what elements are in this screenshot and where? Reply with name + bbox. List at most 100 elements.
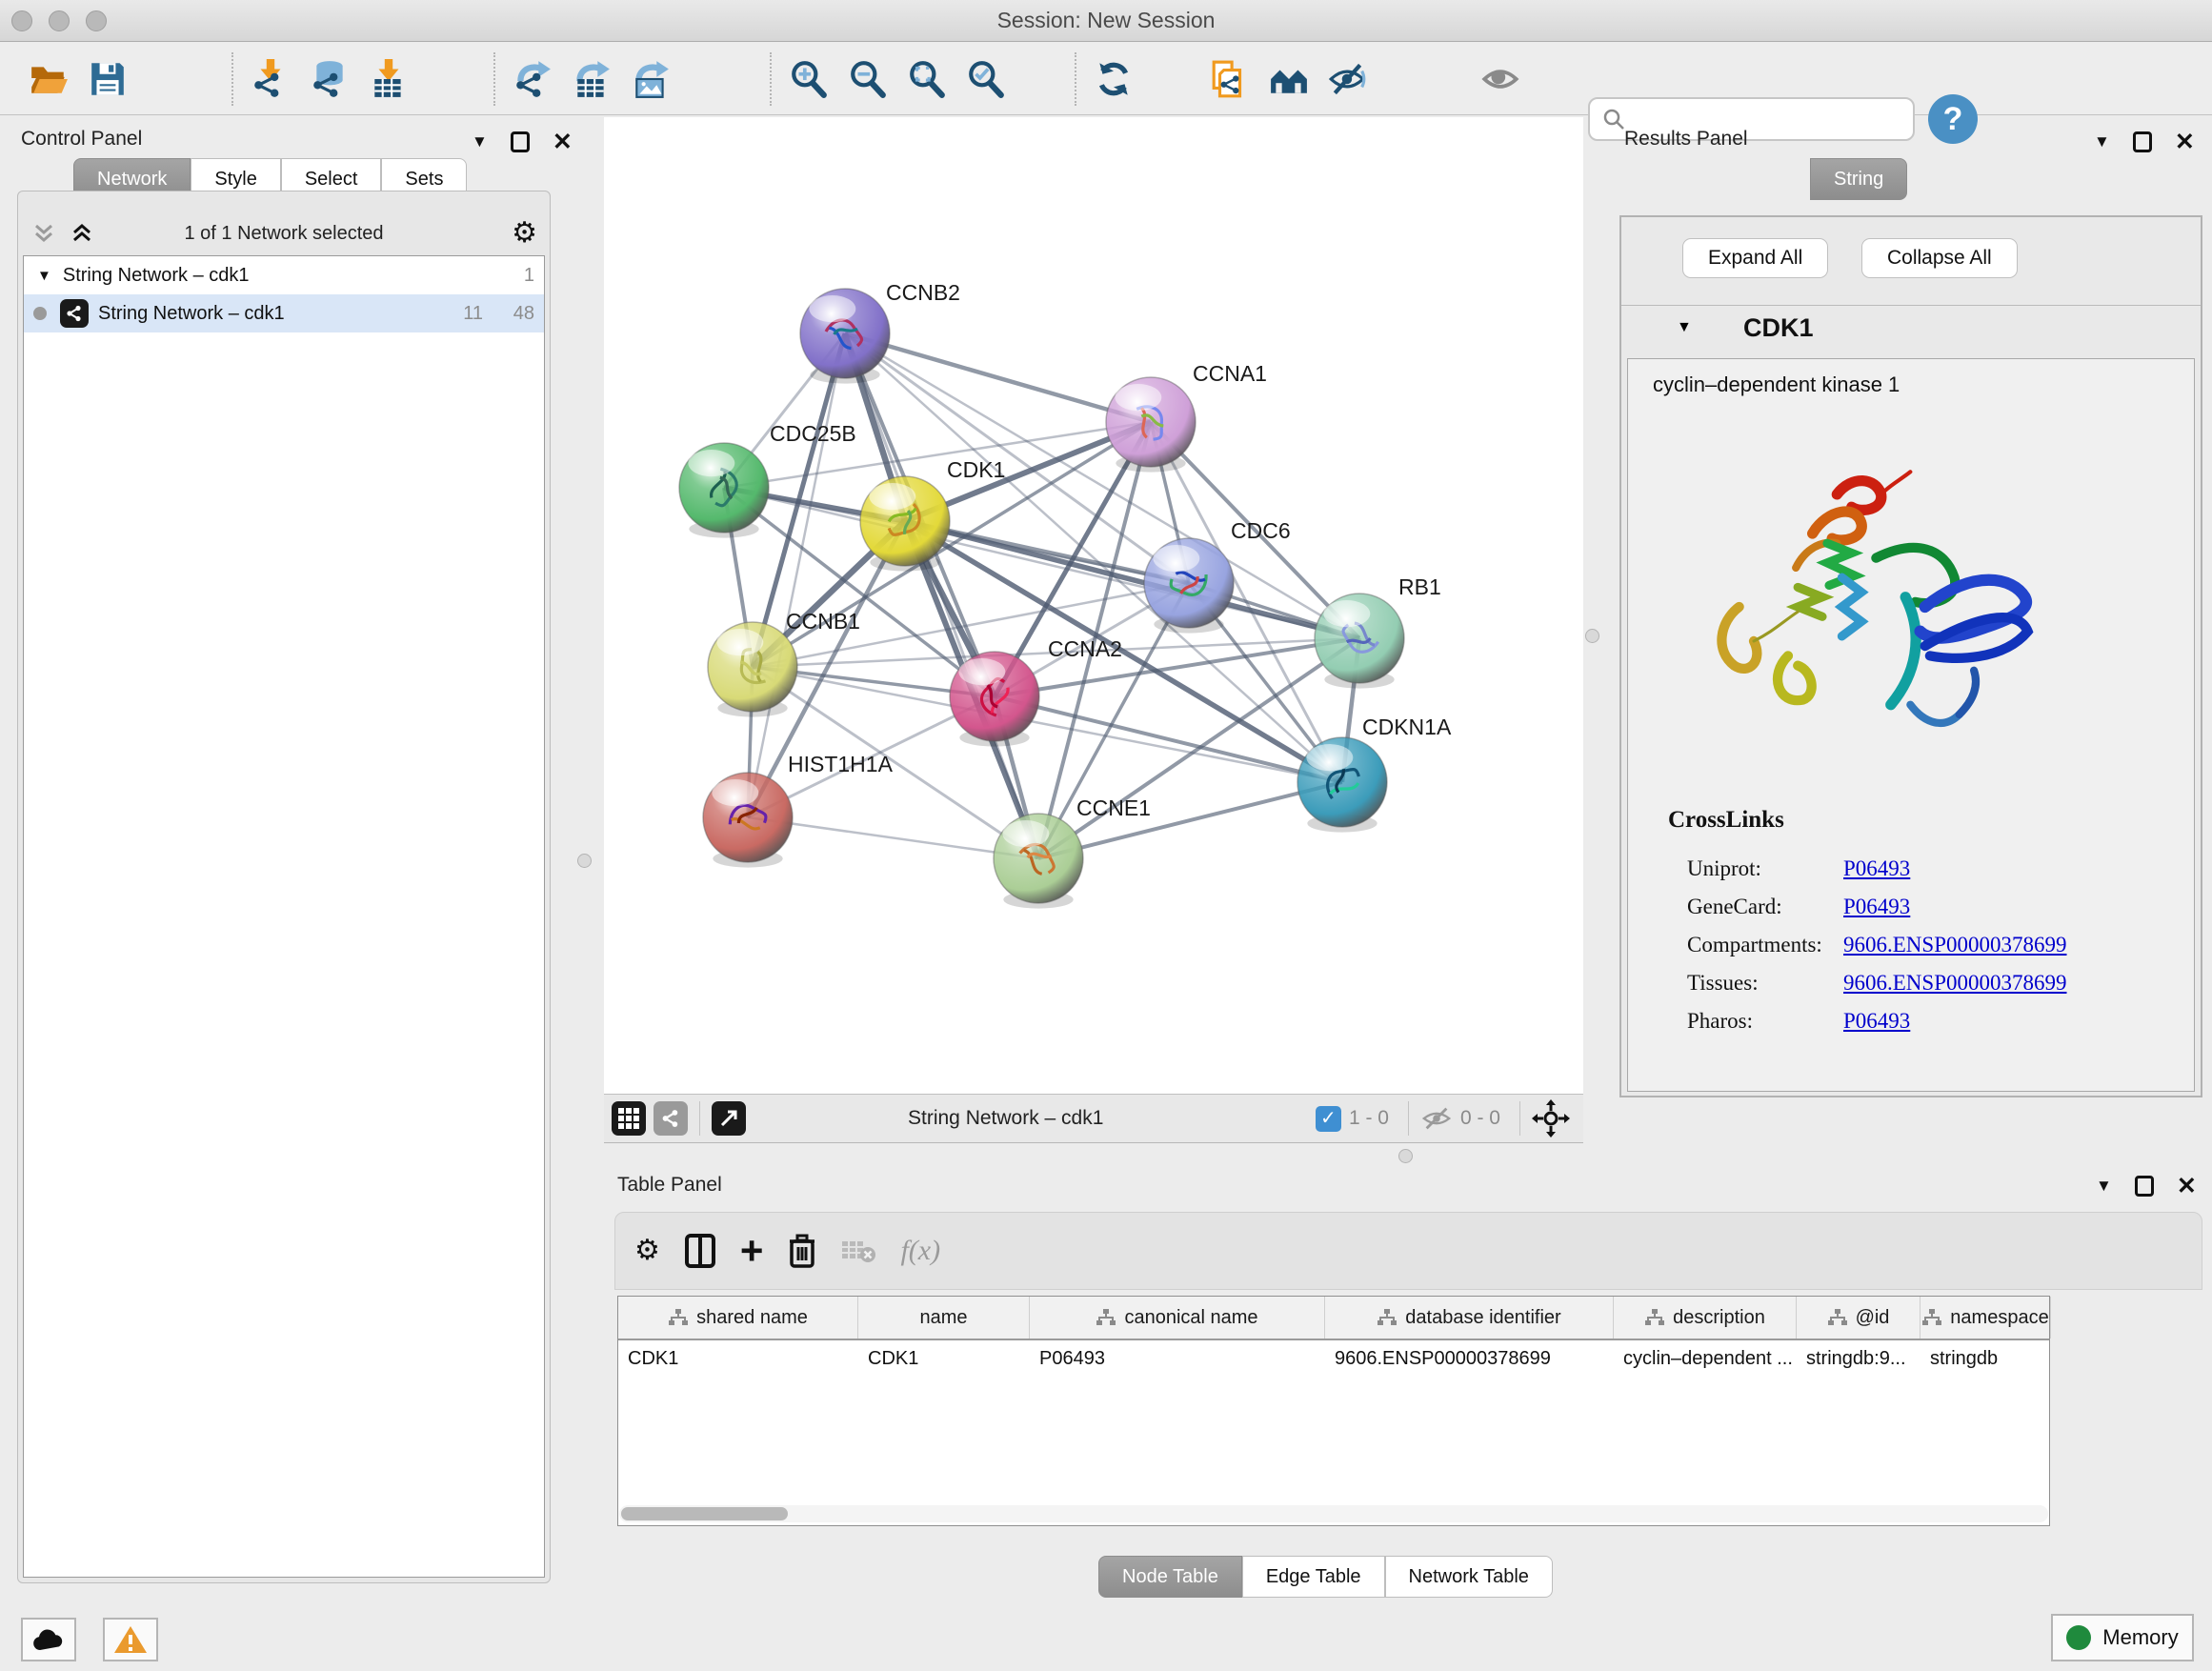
column-header-namespace[interactable]: namespace xyxy=(1920,1297,2051,1339)
table-cell[interactable]: cyclin–dependent ... xyxy=(1614,1340,1797,1380)
birdseye-crosshair-icon[interactable] xyxy=(1532,1099,1570,1137)
right-splitter-handle[interactable] xyxy=(1585,629,1599,643)
edge-CDKN1A-CCNE1[interactable] xyxy=(1038,782,1342,858)
close-panel-icon[interactable]: ✕ xyxy=(2177,1176,2197,1197)
help-button[interactable]: ? xyxy=(1928,94,1978,144)
close-panel-icon[interactable]: ✕ xyxy=(2175,131,2195,152)
node-CDC25B[interactable] xyxy=(679,443,769,538)
left-splitter-handle[interactable] xyxy=(577,854,592,868)
show-columns-icon[interactable] xyxy=(685,1234,715,1268)
table-cell[interactable]: CDK1 xyxy=(618,1340,858,1380)
network-options-gear-icon[interactable]: ⚙ xyxy=(512,219,537,248)
expand-all-button[interactable]: Expand All xyxy=(1682,238,1828,278)
table-cell[interactable]: 9606.ENSP00000378699 xyxy=(1325,1340,1614,1380)
edge-CCNB2-CCNA1[interactable] xyxy=(845,333,1151,422)
network-collection-row[interactable]: ▼ String Network – cdk1 1 xyxy=(24,256,544,294)
table-horizontal-scrollbar xyxy=(619,1505,2048,1522)
crosslink-link[interactable]: 9606.ENSP00000378699 xyxy=(1843,933,2067,957)
memory-button[interactable]: Memory xyxy=(2051,1614,2194,1661)
save-session-button[interactable] xyxy=(78,50,137,108)
column-header-id[interactable]: @id xyxy=(1797,1297,1920,1339)
crosslink-link[interactable]: P06493 xyxy=(1843,895,1910,919)
protein-group-header[interactable]: ▼ CDK1 xyxy=(1621,305,2201,352)
node-CCNB1[interactable] xyxy=(708,622,797,717)
float-panel-icon[interactable] xyxy=(511,131,530,152)
refresh-layout-button[interactable] xyxy=(1084,50,1143,108)
tree-caret-icon[interactable]: ▼ xyxy=(37,268,51,284)
node-CCNA2[interactable] xyxy=(950,652,1039,747)
tab-string[interactable]: String xyxy=(1810,158,1907,200)
table-cell[interactable]: stringdb:9... xyxy=(1797,1340,1920,1380)
grid-view-icon[interactable] xyxy=(612,1101,646,1136)
delete-column-icon[interactable] xyxy=(788,1234,816,1268)
node-count: 11 xyxy=(463,303,483,325)
tab-edge-table[interactable]: Edge Table xyxy=(1242,1556,1385,1598)
node-CCNA1[interactable] xyxy=(1106,377,1196,473)
crosslink-link[interactable]: P06493 xyxy=(1843,1009,1910,1034)
add-column-icon[interactable]: + xyxy=(740,1234,764,1268)
zoom-out-icon xyxy=(848,59,888,99)
column-label: namespace xyxy=(1950,1307,2048,1329)
node-CDC6[interactable] xyxy=(1144,538,1234,634)
crosslink-link[interactable]: 9606.ENSP00000378699 xyxy=(1843,971,2067,996)
node-CDKN1A[interactable] xyxy=(1297,737,1387,833)
table-cell[interactable]: stringdb xyxy=(1920,1340,2051,1380)
float-panel-icon[interactable] xyxy=(2135,1176,2154,1197)
node-HIST1H1A[interactable] xyxy=(703,773,793,868)
export-table-button[interactable] xyxy=(562,50,621,108)
zoom-fit-button[interactable] xyxy=(897,50,956,108)
column-header-canonical-name[interactable]: canonical name xyxy=(1030,1297,1325,1339)
collapse-all-button[interactable]: Collapse All xyxy=(1861,238,2018,278)
selected-checkbox-icon[interactable]: ✓ xyxy=(1316,1106,1341,1132)
float-panel-icon[interactable] xyxy=(2133,131,2152,152)
import-table-button[interactable] xyxy=(359,50,418,108)
table-cell[interactable]: CDK1 xyxy=(858,1340,1030,1380)
edge-CDK1-RB1[interactable] xyxy=(905,521,1359,638)
zoom-selected-button[interactable] xyxy=(956,50,1016,108)
node-label-CCNB1: CCNB1 xyxy=(786,609,860,634)
collapse-panel-icon[interactable]: ▼ xyxy=(2096,1177,2112,1196)
zoom-out-button[interactable] xyxy=(838,50,897,108)
tab-network-table[interactable]: Network Table xyxy=(1385,1556,1553,1598)
duplicate-network-button[interactable] xyxy=(1200,50,1259,108)
show-all-button[interactable] xyxy=(1472,50,1531,108)
network-row-selected[interactable]: String Network – cdk1 11 48 xyxy=(24,294,544,332)
node-layer xyxy=(679,289,1404,909)
export-network-icon xyxy=(513,59,553,99)
export-image-button[interactable] xyxy=(621,50,680,108)
group-caret-icon[interactable]: ▼ xyxy=(1677,319,1692,336)
edge-CCNB2-HIST1H1A[interactable] xyxy=(748,333,845,817)
table-settings-icon[interactable]: ⚙ xyxy=(634,1237,660,1265)
first-neighbors-button[interactable] xyxy=(1259,50,1318,108)
collapse-panel-icon[interactable]: ▼ xyxy=(472,132,488,151)
detach-view-icon[interactable] xyxy=(712,1101,746,1136)
table-row[interactable]: CDK1CDK1P064939606.ENSP00000378699cyclin… xyxy=(618,1340,2049,1380)
column-header-shared-name[interactable]: shared name xyxy=(618,1297,858,1339)
node-CCNB2[interactable] xyxy=(800,289,890,384)
node-CCNE1[interactable] xyxy=(994,814,1083,909)
crosslink-link[interactable]: P06493 xyxy=(1843,856,1910,881)
scrollbar-thumb[interactable] xyxy=(621,1507,788,1520)
hide-selected-button[interactable] xyxy=(1318,50,1377,108)
zoom-in-button[interactable] xyxy=(779,50,838,108)
open-session-button[interactable] xyxy=(19,50,78,108)
node-RB1[interactable] xyxy=(1315,594,1404,689)
horizontal-splitter-handle[interactable] xyxy=(1398,1149,1413,1163)
export-network-button[interactable] xyxy=(503,50,562,108)
close-panel-icon[interactable]: ✕ xyxy=(553,131,573,152)
import-network-button[interactable] xyxy=(241,50,300,108)
network-share-view-icon[interactable] xyxy=(654,1101,688,1136)
warning-status-button[interactable] xyxy=(103,1618,158,1661)
node-table: shared namenamecanonical namedatabase id… xyxy=(617,1296,2050,1526)
node-label-RB1: RB1 xyxy=(1398,574,1441,599)
network-canvas[interactable]: CCNB2CCNA1CDC25BCDK1CDC6RB1CCNB1CCNA2CDK… xyxy=(604,117,1583,1094)
collapse-panel-icon[interactable]: ▼ xyxy=(2094,132,2110,151)
tab-node-table[interactable]: Node Table xyxy=(1098,1556,1242,1598)
column-header-name[interactable]: name xyxy=(858,1297,1030,1339)
column-header-database-identifier[interactable]: database identifier xyxy=(1325,1297,1614,1339)
table-cell[interactable]: P06493 xyxy=(1030,1340,1325,1380)
node-label-CDKN1A: CDKN1A xyxy=(1362,715,1452,739)
cloud-status-button[interactable] xyxy=(21,1618,76,1661)
import-database-button[interactable] xyxy=(300,50,359,108)
column-header-description[interactable]: description xyxy=(1614,1297,1797,1339)
